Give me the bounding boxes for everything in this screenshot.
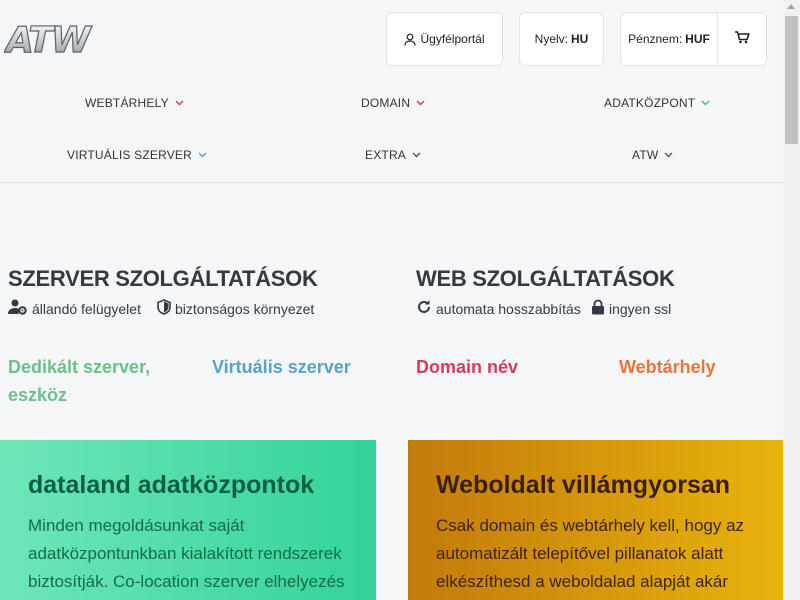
chevron-down-icon: [198, 152, 207, 158]
nav-adatkozpont[interactable]: ADATKÖZPONT: [604, 96, 710, 110]
customer-portal-label: Ügyfélportál: [420, 32, 485, 46]
feature-monitoring: állandó felügyelet: [8, 299, 141, 318]
refresh-icon: [416, 299, 436, 318]
website-card-title: Weboldalt villámgyorsan: [436, 471, 731, 499]
language-label: Nyelv:: [534, 32, 568, 46]
nav-webtarhely[interactable]: WEBTÁRHELY: [85, 96, 184, 110]
language-selector[interactable]: Nyelv: HU: [519, 12, 604, 66]
currency-value: HUF: [685, 32, 710, 46]
currency-selector[interactable]: Pénznem: HUF: [621, 13, 718, 65]
link-virtual-server[interactable]: Virtuális szerver: [212, 353, 351, 381]
nav-virtualis-szerver[interactable]: VIRTUÁLIS SZERVER: [67, 148, 207, 162]
cart-button[interactable]: [718, 13, 766, 65]
feature-free-ssl: ingyen ssl: [591, 299, 671, 318]
nav-atw[interactable]: ATW: [632, 148, 673, 162]
feature-monitoring-label: állandó felügyelet: [32, 300, 141, 317]
cart-icon: [734, 31, 750, 47]
language-value: HU: [571, 32, 589, 46]
chevron-down-icon: [701, 100, 710, 106]
customer-portal-button[interactable]: Ügyfélportál: [386, 12, 503, 66]
lock-icon: [591, 299, 609, 318]
shield-icon: [157, 299, 175, 318]
feature-secure-environment: biztonságos környezet: [157, 299, 314, 318]
datacenter-card[interactable]: dataland adatközpontok Minden megoldásun…: [0, 440, 376, 600]
chevron-down-icon: [412, 152, 421, 158]
scroll-thumb[interactable]: [785, 16, 798, 144]
nav-virtualis-szerver-label: VIRTUÁLIS SZERVER: [67, 148, 192, 162]
link-webhosting[interactable]: Webtárhely: [619, 353, 716, 381]
feature-secure-environment-label: biztonságos környezet: [175, 300, 315, 317]
nav-extra-label: EXTRA: [365, 148, 407, 162]
logo-text: ATW: [4, 20, 93, 58]
datacenter-card-title: dataland adatközpontok: [28, 471, 315, 499]
link-domain-name[interactable]: Domain név: [416, 353, 518, 381]
nav-webtarhely-label: WEBTÁRHELY: [85, 96, 169, 110]
user-icon: [404, 33, 417, 46]
atw-logo[interactable]: ATW: [4, 20, 130, 58]
server-services-title: SZERVER SZOLGÁLTATÁSOK: [8, 266, 318, 291]
link-dedicated-server[interactable]: Dedikált szerver, eszköz: [8, 353, 178, 409]
datacenter-card-body: Minden megoldásunkat saját adatközpontun…: [28, 516, 345, 591]
feature-auto-renew: automata hosszabbítás: [416, 299, 581, 318]
chevron-down-icon: [175, 100, 184, 106]
nav-domain[interactable]: DOMAIN: [361, 96, 425, 110]
nav-adatkozpont-label: ADATKÖZPONT: [604, 96, 696, 110]
website-card[interactable]: Weboldalt villámgyorsan Csak domain és w…: [408, 440, 783, 600]
nav-domain-label: DOMAIN: [361, 96, 411, 110]
web-services-title: WEB SZOLGÁLTATÁSOK: [416, 266, 675, 291]
scroll-up-arrow-icon[interactable]: [787, 4, 795, 9]
feature-auto-renew-label: automata hosszabbítás: [436, 300, 581, 317]
chevron-down-icon: [664, 152, 673, 158]
website-card-body: Csak domain és webtárhely kell, hogy az …: [436, 516, 745, 591]
currency-cart-group: Pénznem: HUF: [620, 12, 767, 66]
user-gear-icon: [8, 299, 32, 318]
nav-extra[interactable]: EXTRA: [365, 148, 421, 162]
nav-atw-label: ATW: [632, 148, 659, 162]
site-header: ATW Ügyfélportál Nyelv: HU Pénznem: HUF …: [0, 0, 783, 183]
currency-label: Pénznem:: [628, 32, 683, 46]
chevron-down-icon: [416, 100, 425, 106]
feature-free-ssl-label: ingyen ssl: [609, 300, 672, 317]
page-scrollbar[interactable]: [783, 0, 800, 600]
